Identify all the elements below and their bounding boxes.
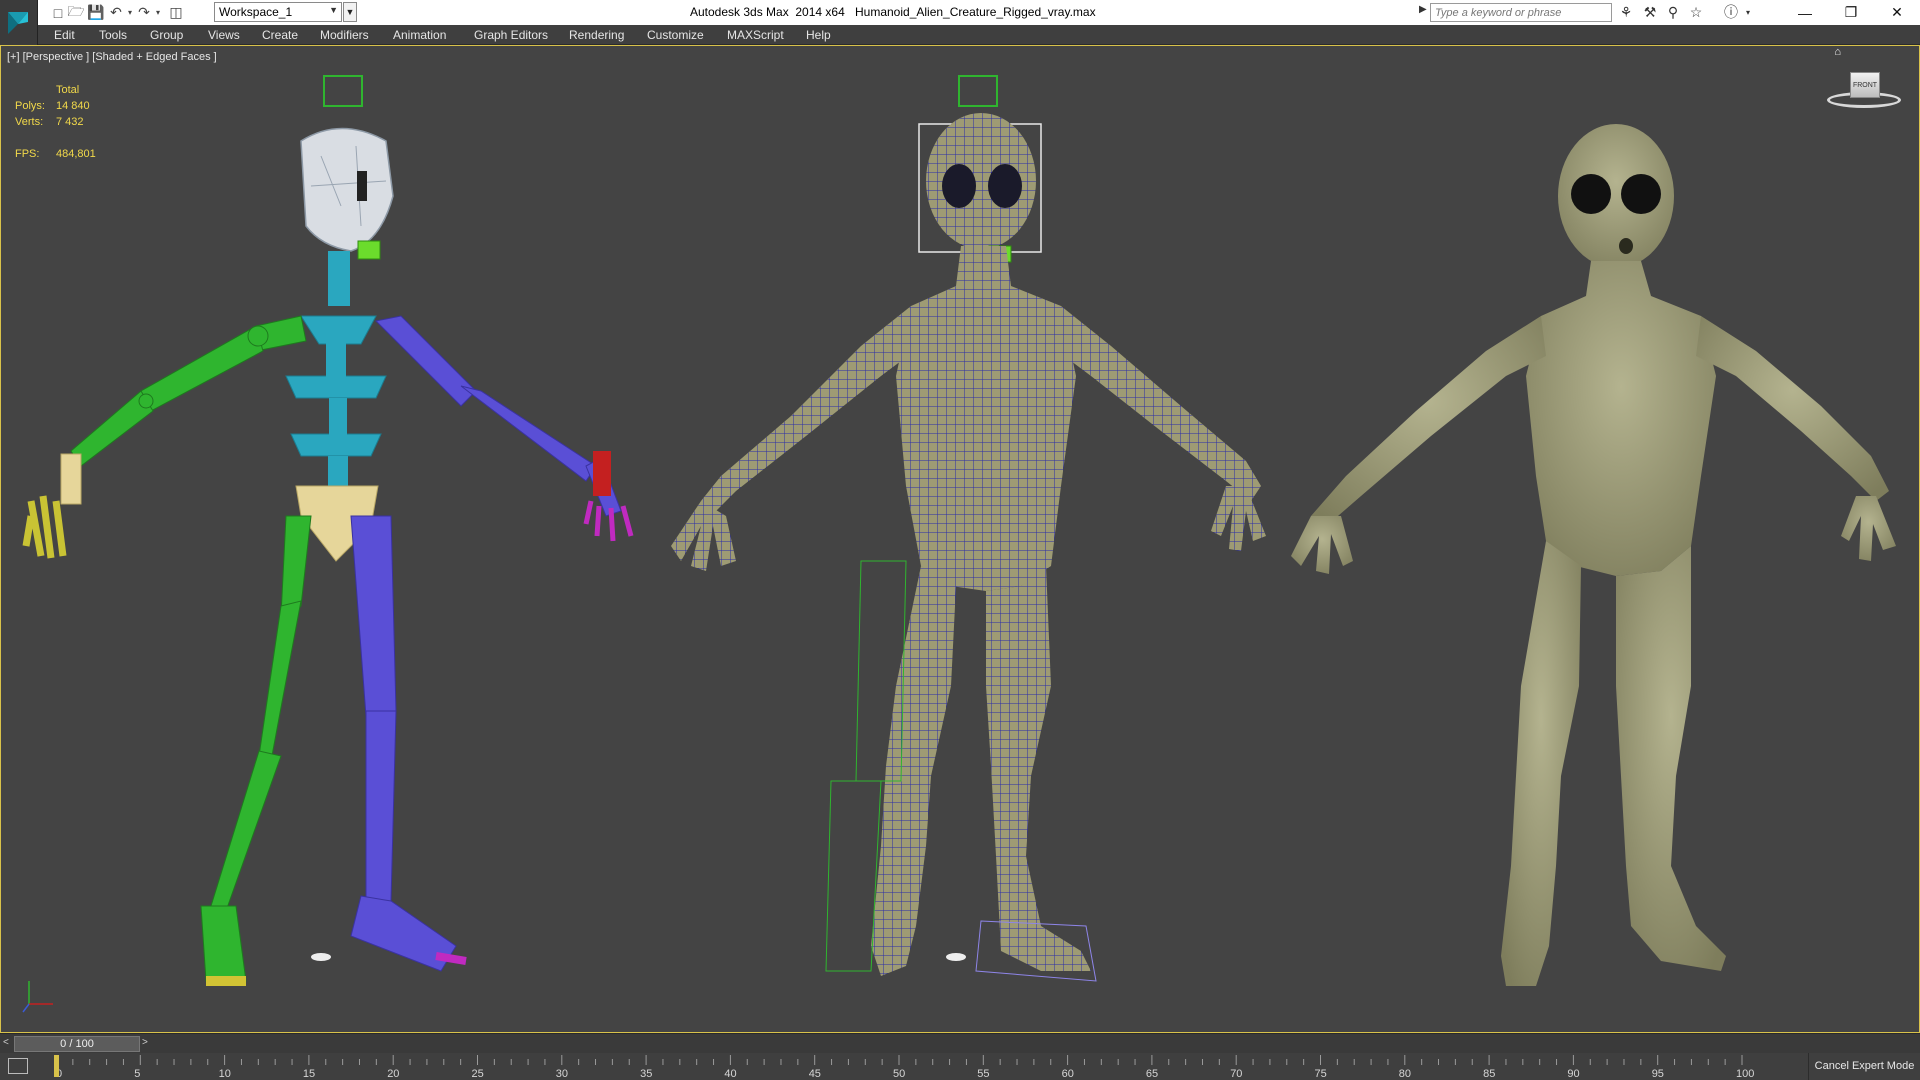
wireframe-skinned-figure[interactable] <box>671 75 1266 982</box>
new-file-icon[interactable]: □ <box>48 3 68 22</box>
frame-label: 60 <box>1062 1068 1074 1080</box>
frame-label: 45 <box>809 1068 821 1080</box>
help-dropdown-icon[interactable]: ▾ <box>1738 2 1758 22</box>
file-title: Humanoid_Alien_Creature_Rigged_vray.max <box>855 5 1096 19</box>
menu-customize[interactable]: Customize <box>647 27 704 43</box>
viewcube-home-icon[interactable]: ⌂ <box>1834 46 1841 58</box>
frame-label: 25 <box>472 1068 484 1080</box>
viewcube[interactable]: FRONT <box>1827 68 1901 114</box>
title-bar: □ 🗁 💾 ↶ ▾ ↷ ▾ ◫ Workspace_1 ▼ ▼ Autodesk… <box>0 0 1920 45</box>
bone-rig-figure[interactable] <box>22 75 634 986</box>
frame-label: 80 <box>1399 1068 1411 1080</box>
menu-help[interactable]: Help <box>806 27 831 43</box>
frame-label: 40 <box>724 1068 736 1080</box>
previous-frame-icon[interactable]: < <box>3 1037 9 1048</box>
cancel-expert-mode-button[interactable]: Cancel Expert Mode <box>1808 1053 1920 1080</box>
time-slider[interactable]: < 0 / 100 > <box>0 1033 1920 1053</box>
frame-label: 55 <box>977 1068 989 1080</box>
search-input[interactable] <box>1430 3 1612 22</box>
textured-alien-figure[interactable] <box>1291 124 1896 986</box>
search-toggle-icon[interactable]: ▶ <box>1419 4 1427 15</box>
favorites-star-icon[interactable]: ☆ <box>1686 2 1706 22</box>
viewcube-front-face[interactable]: FRONT <box>1850 72 1880 98</box>
menu-animation[interactable]: Animation <box>393 27 446 43</box>
frame-label: 70 <box>1230 1068 1242 1080</box>
project-folder-icon[interactable]: ◫ <box>166 3 186 22</box>
menu-group[interactable]: Group <box>150 27 183 43</box>
menu-graph-editors[interactable]: Graph Editors <box>474 27 548 43</box>
frame-label: 95 <box>1652 1068 1664 1080</box>
open-file-icon[interactable]: 🗁 <box>66 3 86 22</box>
track-bar[interactable]: 0 5 10 15 20 25 30 35 40 45 50 55 60 65 70 75 80 85 90 95 10… <box>0 1053 1920 1080</box>
application-menu-button[interactable] <box>0 0 38 45</box>
workspace-dropdown[interactable]: Workspace_1 ▼ <box>214 2 342 22</box>
app-title: Autodesk 3ds Max 2014 x64 <box>690 5 845 19</box>
close-button[interactable]: ✕ <box>1874 0 1920 25</box>
frame-label: 20 <box>387 1068 399 1080</box>
stats-polys-value: 14 840 <box>56 100 90 112</box>
axis-tripod-icon <box>22 981 53 1013</box>
menu-views[interactable]: Views <box>208 27 240 43</box>
communication-center-icon[interactable]: ⚲ <box>1663 2 1683 22</box>
frame-label: 90 <box>1567 1068 1579 1080</box>
menu-modifiers[interactable]: Modifiers <box>320 27 369 43</box>
save-file-icon[interactable]: 💾 <box>86 3 106 22</box>
frame-label: 85 <box>1483 1068 1495 1080</box>
frame-label: 10 <box>219 1068 231 1080</box>
menu-rendering[interactable]: Rendering <box>569 27 624 43</box>
restore-button[interactable]: ❐ <box>1828 0 1874 25</box>
stats-verts-label: Verts: <box>15 116 44 128</box>
frame-label: 35 <box>640 1068 652 1080</box>
frame-label: 75 <box>1315 1068 1327 1080</box>
stats-fps-value: 484,801 <box>56 148 96 160</box>
current-frame-marker[interactable] <box>54 1055 59 1077</box>
viewport-statistics: Total Polys: 14 840 Verts: 7 432 FPS: 484,8… <box>15 82 135 162</box>
minimize-button[interactable]: — <box>1782 0 1828 25</box>
menu-maxscript[interactable]: MAXScript <box>727 27 784 43</box>
frame-ruler[interactable]: 0 5 10 15 20 25 30 35 40 45 50 55 60 65 70 75 80 85 90 95 10… <box>0 1053 1808 1080</box>
frame-label: 5 <box>134 1068 140 1080</box>
redo-dropdown-icon[interactable]: ▾ <box>148 3 168 22</box>
binoculars-search-icon[interactable]: ⚘ <box>1616 2 1636 22</box>
frame-label: 100 <box>1736 1068 1754 1080</box>
workspace-menu-button[interactable]: ▼ <box>343 2 357 22</box>
stats-total-label: Total <box>56 84 80 96</box>
frame-label: 50 <box>893 1068 905 1080</box>
stats-verts-value: 7 432 <box>56 116 84 128</box>
viewport-label-menu[interactable]: [+] [Perspective ] [Shaded + Edged Faces… <box>7 51 217 63</box>
frame-label: 15 <box>303 1068 315 1080</box>
menu-tools[interactable]: Tools <box>99 27 127 43</box>
menu-edit[interactable]: Edit <box>54 27 75 43</box>
scene-figures <box>22 75 1896 1013</box>
3dsmax-logo-icon <box>8 12 28 34</box>
frame-label: 65 <box>1146 1068 1158 1080</box>
stats-fps-label: FPS: <box>15 148 40 160</box>
subscription-center-icon[interactable]: ⚒ <box>1640 2 1660 22</box>
stats-polys-label: Polys: <box>15 100 45 112</box>
next-frame-icon[interactable]: > <box>142 1037 148 1048</box>
menu-bar: Edit Tools Group Views Create Modifiers … <box>38 25 1920 45</box>
chevron-down-icon: ▼ <box>329 5 338 15</box>
menu-create[interactable]: Create <box>262 27 298 43</box>
workspace-value: Workspace_1 <box>219 5 293 19</box>
time-slider-thumb[interactable]: 0 / 100 <box>14 1036 140 1052</box>
perspective-viewport[interactable]: [+] [Perspective ] [Shaded + Edged Faces… <box>0 45 1920 1033</box>
frame-label: 30 <box>556 1068 568 1080</box>
